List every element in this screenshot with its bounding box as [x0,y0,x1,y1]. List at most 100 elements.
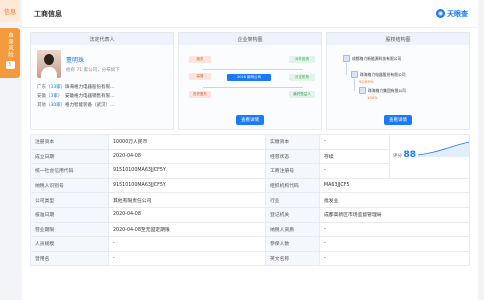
risk-count-badge: 5 [5,61,15,69]
avatar[interactable] [37,50,61,78]
equity-node-parent: 珠海格力电器股份有限公司 [351,71,406,78]
row-label: 营业期限 [30,221,109,238]
investment-node: 对外投资 [289,56,315,63]
summary-prefix: 他有 [66,68,75,73]
region-label: 广东 [37,85,46,90]
business-info-table: 注册资本 10000万人民币 实缴资本 - 评分 88 成立日期 2020-04… [30,134,470,267]
branch-node: 分支机构 [289,74,315,81]
business-info-card: 工商信息 ◉ 天眼查 法定代表人 董明珠 他有 71 家公司，分布如下 广东（3… [22,0,478,300]
score-cell[interactable]: 评分 88 [389,134,470,179]
legal-rep-summary: 他有 71 家公司，分布如下 [66,67,120,73]
beneficiary-node: 最终受益人 [289,91,315,98]
legal-rep-name-link[interactable]: 董明珠 [66,55,120,64]
company-center-node: 2018 新网公司 [227,74,271,81]
row-value: 91510100MA63JJCF5Y [108,163,266,179]
card-title: 工商信息 [34,9,62,18]
row-value: 成都高新区市场监督管理局 [319,206,470,223]
region-label: 其他 [37,103,46,108]
table-row: 纳税人识别号 91510100MA63JJCF5Y 组织机构代码 MA63JJC… [30,177,470,194]
card-header: 工商信息 ◉ 天眼查 [22,0,478,28]
table-row: 注册资本 10000万人民币 实缴资本 - 评分 88 [30,134,470,179]
side-tab-info[interactable]: 信息 [0,0,20,22]
region-label: 安徽 [37,94,46,99]
eye-icon: ◉ [436,9,445,18]
row-value: MA63JJCF5 [319,177,470,194]
table-row: 营业期限 2020-04-08至无固定期限 纳税人资质 - [30,221,470,238]
row-label: 注册资本 [30,134,109,150]
equity-parent-name: 珠海格力电器股份有限公司 [360,71,406,77]
row-label: 登记机关 [265,206,320,223]
related-company-list: 广东（33家） 珠海格力电器股份有限... 安徽（3家） 安徽格力电器销售有限.… [37,84,167,108]
brand-text: 天眼查 [447,9,468,18]
row-value: 批发业 [319,192,470,208]
row-label: 行业 [265,192,320,208]
side-tab-risk[interactable]: 自身风险 5 [0,28,20,78]
score-value: 88 [403,150,417,160]
row-label: 公司类型 [30,192,109,208]
company-name: 格力智能装备（武汉）... [65,103,115,108]
row-value: - [108,250,266,267]
row-label: 纳税人识别号 [30,177,109,194]
score-label: 评分 [393,154,402,159]
row-label: 纳税人资质 [265,221,320,238]
structure-detail-button[interactable]: 查看详情 [236,115,264,125]
list-item[interactable]: 其他（30家） 格力智能装备（武汉）... [37,102,167,108]
equity-company-name: 成都格力新能源科技有限公司 [352,55,402,61]
row-value: 2020-04-08至无固定期限 [108,221,266,238]
row-value: - [319,134,390,150]
row-value: 91510100MA63JJCF5Y [108,177,266,194]
row-value: 其他有限责任公司 [108,192,266,208]
row-label: 英文名称 [265,250,320,267]
row-value: - [319,236,470,252]
side-tab-risk-label: 自身风险 [7,32,13,58]
row-value: 10000万人民币 [108,134,266,150]
equity-node-company: 成都格力新能源科技有限公司 [343,55,401,62]
row-label: 参保人数 [265,236,320,252]
equity-panel: 股权结构图 成都格力新能源科技有限公司 珠海格力电器股份有限公司 92.85% … [326,32,470,130]
legal-rep-title: 法定代表人 [31,33,173,45]
legal-rep-panel: 法定代表人 董明珠 他有 71 家公司，分布如下 广东（33家） 珠海格力电器股… [30,32,174,130]
table-row: 公司类型 其他有限责任公司 行业 批发业 [30,192,470,208]
tianyancha-logo: ◉ 天眼查 [436,9,468,19]
region-count: 3家 [50,94,58,99]
structure-title: 企业架构图 [179,33,321,45]
row-label: 曾用名 [30,250,109,267]
table-row: 人员规模 - 参保人数 - [30,236,470,252]
summary-panels: 法定代表人 董明珠 他有 71 家公司，分布如下 广东（33家） 珠海格力电器股… [30,32,470,130]
row-label: 人员规模 [30,236,109,252]
row-label: 核准日期 [30,206,109,223]
structure-panel: 企业架构图 股东 对外投资 高管 历史股东 2018 新网公司 分支机构 最终受… [178,32,322,130]
row-value: - [319,221,470,238]
company-icon [351,71,358,78]
row-value: 2020-04-08 [108,206,266,223]
company-name: 珠海格力电器股份有限... [65,85,115,90]
row-label: 成立日期 [30,148,109,165]
executive-node: 高管 [189,73,211,80]
history-shareholder-node: 历史股东 [189,91,211,98]
row-label: 实缴资本 [265,134,320,150]
equity-title: 股权结构图 [327,33,469,45]
row-label: 工商注册号 [265,163,320,179]
row-value: 2020-04-08 [108,148,266,165]
equity-detail-button[interactable]: 查看详情 [384,115,412,125]
company-icon [359,87,366,94]
summary-suffix: 家公司，分布如下 [83,68,120,73]
shareholder-node: 股东 [189,56,211,63]
list-item[interactable]: 安徽（3家） 安徽格力电器销售有限... [37,93,167,99]
company-icon [343,55,350,62]
row-value: - [319,250,470,267]
row-label: 经营状态 [265,148,320,165]
equity-percent: 92.85% [359,79,374,84]
equity-group-name: 珠海格力集团有限公司 [368,87,406,93]
row-value: 存续 [319,148,390,165]
equity-percent-2: 100% [367,95,378,100]
equity-node-group: 珠海格力集团有限公司 [359,87,406,94]
company-count: 71 [76,68,83,73]
list-item[interactable]: 广东（33家） 珠海格力电器股份有限... [37,84,167,90]
region-count: 33家 [50,85,61,90]
row-label: 组织机构代码 [265,177,320,194]
side-tab-info-label: 信息 [3,8,16,16]
table-row: 核准日期 2020-04-08 登记机关 成都高新区市场监督管理局 [30,206,470,223]
row-value: - [319,163,390,179]
score-trend-chart [417,141,469,157]
